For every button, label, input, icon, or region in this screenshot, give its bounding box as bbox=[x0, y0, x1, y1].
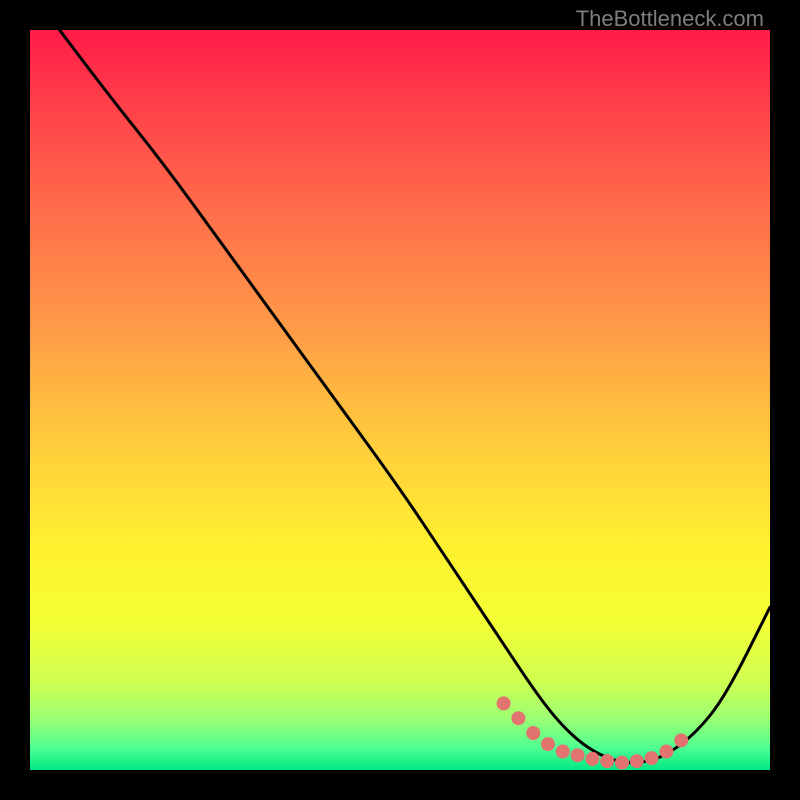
chart-frame bbox=[30, 30, 770, 770]
optimal-dot bbox=[615, 756, 629, 770]
optimal-dot bbox=[659, 745, 673, 759]
optimal-dot bbox=[556, 745, 570, 759]
optimal-dot bbox=[497, 696, 511, 710]
optimal-dot bbox=[511, 711, 525, 725]
bottleneck-chart bbox=[30, 30, 770, 770]
optimal-dot bbox=[585, 752, 599, 766]
gradient-background bbox=[30, 30, 770, 770]
optimal-dot bbox=[630, 754, 644, 768]
optimal-dot bbox=[526, 726, 540, 740]
optimal-dot bbox=[541, 737, 555, 751]
watermark-text: TheBottleneck.com bbox=[576, 6, 764, 32]
optimal-dot bbox=[571, 748, 585, 762]
optimal-dot bbox=[600, 754, 614, 768]
optimal-dot bbox=[645, 751, 659, 765]
optimal-dot bbox=[674, 733, 688, 747]
